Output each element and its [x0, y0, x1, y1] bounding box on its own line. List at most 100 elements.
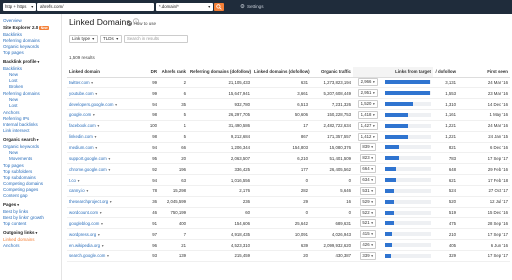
linked-domain-link[interactable]: twitter.com: [69, 80, 90, 85]
chevron-down-icon[interactable]: ▼: [109, 200, 112, 204]
links-from-target-dropdown[interactable]: 1,418▼: [358, 110, 378, 119]
col-ahrefs-rank[interactable]: Ahrefs rank: [159, 67, 188, 78]
links-from-target-cell[interactable]: 522▼: [353, 207, 383, 219]
links-from-target-dropdown[interactable]: 1,427▼: [358, 121, 378, 130]
chevron-down-icon[interactable]: ▼: [100, 222, 103, 226]
links-from-target-cell[interactable]: 2,966▼: [353, 77, 383, 89]
linked-domain-link[interactable]: en.wikipedia.org: [69, 243, 100, 248]
sidebar-item-bp-referring-domains[interactable]: Referring domains: [3, 91, 40, 96]
links-from-target-cell[interactable]: 1,427▼: [353, 120, 383, 132]
chevron-down-icon[interactable]: ▼: [77, 179, 80, 183]
links-from-target-dropdown[interactable]: 522▼: [359, 208, 377, 217]
links-from-target-cell[interactable]: 531▼: [353, 185, 383, 197]
col-organic-traffic[interactable]: Organic traffic: [310, 67, 353, 78]
linked-domain-link[interactable]: googleblog.com: [69, 221, 99, 226]
sidebar-item-backlinks[interactable]: Backlinks: [3, 32, 22, 37]
sidebar-item-bp-backlinks[interactable]: Backlinks: [3, 66, 22, 71]
sidebar-section-pages[interactable]: Pages▾: [3, 202, 19, 208]
links-from-target-cell[interactable]: 1,418▼: [353, 109, 383, 121]
links-from-target-cell[interactable]: 1,412▼: [353, 131, 383, 143]
sidebar-item-os-movements[interactable]: Movements: [9, 156, 32, 161]
linked-domain-link[interactable]: google.com: [69, 112, 91, 117]
linked-domain-link[interactable]: thesearchproject.org: [69, 199, 108, 204]
linked-domain-cell[interactable]: wordpress.org▼: [67, 228, 145, 241]
linked-domain-cell[interactable]: google.com▼: [67, 109, 145, 121]
sidebar-item-overview[interactable]: Overview: [3, 18, 22, 23]
links-from-target-dropdown[interactable]: 664▼: [359, 165, 377, 174]
linked-domain-link[interactable]: t.co: [69, 178, 76, 183]
search-in-results-input[interactable]: Search in results: [124, 35, 188, 43]
chevron-down-icon[interactable]: ▼: [108, 168, 111, 172]
sidebar-item-organic-keywords[interactable]: Organic keywords: [3, 44, 39, 49]
col-linked-domains[interactable]: Linked domains (dofollow): [252, 67, 310, 78]
col-dofollow[interactable]: / dofollow: [433, 67, 458, 78]
sidebar-item-ol-anchors[interactable]: Anchors: [3, 243, 20, 248]
link-type-filter[interactable]: Link type ▼: [69, 35, 98, 43]
chevron-down-icon[interactable]: ▼: [92, 113, 95, 117]
linked-domain-link[interactable]: canny.io: [69, 188, 85, 193]
protocol-select[interactable]: http + https ▼: [3, 3, 36, 11]
sidebar-item-competing-domains[interactable]: Competing domains: [3, 181, 43, 186]
linked-domain-cell[interactable]: canny.io▼: [67, 185, 145, 197]
sidebar-item-bp-rd-new[interactable]: New: [9, 97, 18, 102]
linked-domain-cell[interactable]: linkedin.com▼: [67, 131, 145, 143]
linked-domain-link[interactable]: facebook.com: [69, 123, 96, 128]
sidebar-item-os-top-pages[interactable]: Top pages: [3, 163, 24, 168]
chevron-down-icon[interactable]: ▼: [101, 244, 104, 248]
linked-domain-cell[interactable]: twitter.com▼: [67, 77, 145, 89]
settings-link[interactable]: ⚙ Settings: [240, 3, 264, 11]
links-from-target-dropdown[interactable]: 1,412▼: [358, 132, 378, 141]
chevron-down-icon[interactable]: ▼: [99, 211, 102, 215]
linked-domain-cell[interactable]: developers.google.com▼: [67, 98, 145, 111]
sidebar-item-top-subdomains[interactable]: Top subdomains: [3, 175, 36, 180]
linked-domain-cell[interactable]: facebook.com▼: [67, 120, 145, 132]
linked-domain-link[interactable]: linkedin.com: [69, 134, 93, 139]
chevron-down-icon[interactable]: ▼: [95, 92, 98, 96]
linked-domain-cell[interactable]: wordcount.com▼: [67, 207, 145, 219]
links-from-target-dropdown[interactable]: 426▼: [359, 241, 377, 250]
col-dr[interactable]: DR: [145, 67, 159, 78]
linked-domain-cell[interactable]: googleblog.com▼: [67, 217, 145, 230]
links-from-target-dropdown[interactable]: 531▼: [359, 186, 377, 195]
linked-domain-link[interactable]: developers.google.com: [69, 102, 113, 107]
sidebar-section-backlink-profile[interactable]: Backlink profile▾: [3, 59, 39, 65]
linked-domain-cell[interactable]: thesearchproject.org▼: [67, 196, 145, 208]
links-from-target-dropdown[interactable]: 2,966▼: [358, 78, 378, 87]
links-from-target-dropdown[interactable]: 634▼: [359, 176, 377, 185]
sidebar-item-referring-domains[interactable]: Referring domains: [3, 38, 40, 43]
sidebar-item-competing-pages[interactable]: Competing pages: [3, 187, 38, 192]
links-from-target-dropdown[interactable]: 2,951▼: [358, 89, 378, 98]
linked-domain-link[interactable]: wordcount.com: [69, 210, 98, 215]
links-from-target-dropdown[interactable]: 839▼: [359, 143, 377, 152]
links-from-target-dropdown[interactable]: 415▼: [359, 230, 377, 239]
links-from-target-dropdown[interactable]: 529▼: [359, 197, 377, 206]
chevron-down-icon[interactable]: ▼: [95, 146, 98, 150]
linked-domain-link[interactable]: support.google.com: [69, 156, 107, 161]
sidebar-item-bp-lost[interactable]: Lost: [9, 78, 18, 83]
url-input[interactable]: ahrefs.com/: [37, 3, 154, 11]
sidebar-item-content-gap[interactable]: Content gap: [3, 193, 28, 198]
links-from-target-dropdown[interactable]: 1,520▼: [358, 100, 378, 109]
links-from-target-cell[interactable]: 823▼: [353, 152, 383, 165]
linked-domain-cell[interactable]: chrome.google.com▼: [67, 163, 145, 176]
sidebar-item-bp-broken[interactable]: Broken: [9, 84, 23, 89]
links-from-target-cell[interactable]: 664▼: [353, 163, 383, 176]
sidebar-item-link-intersect[interactable]: Link intersect: [3, 128, 30, 133]
sidebar-item-bp-new[interactable]: New: [9, 72, 18, 77]
sidebar-item-referring-ips[interactable]: Referring IPs: [3, 116, 29, 121]
chevron-down-icon[interactable]: ▼: [94, 135, 97, 139]
sidebar-item-organic-keywords-2[interactable]: Organic keywords: [3, 144, 39, 149]
linked-domain-cell[interactable]: en.wikipedia.org▼: [67, 239, 145, 251]
col-referring-domains[interactable]: Referring domains (dofollow): [188, 67, 252, 78]
linked-domain-link[interactable]: wordpress.org: [69, 232, 96, 237]
links-from-target-cell[interactable]: 1,520▼: [353, 98, 383, 111]
sidebar-item-os-new[interactable]: New: [9, 150, 18, 155]
links-from-target-cell[interactable]: 634▼: [353, 174, 383, 186]
chevron-down-icon[interactable]: ▼: [97, 124, 100, 128]
linked-domain-cell[interactable]: medium.com▼: [67, 142, 145, 154]
links-from-target-cell[interactable]: 529▼: [353, 196, 383, 208]
links-from-target-dropdown[interactable]: 823▼: [359, 154, 377, 163]
links-from-target-dropdown[interactable]: 339▼: [359, 251, 377, 260]
links-from-target-cell[interactable]: 339▼: [353, 250, 383, 262]
mode-select[interactable]: *.domain/* ▼: [156, 3, 213, 11]
